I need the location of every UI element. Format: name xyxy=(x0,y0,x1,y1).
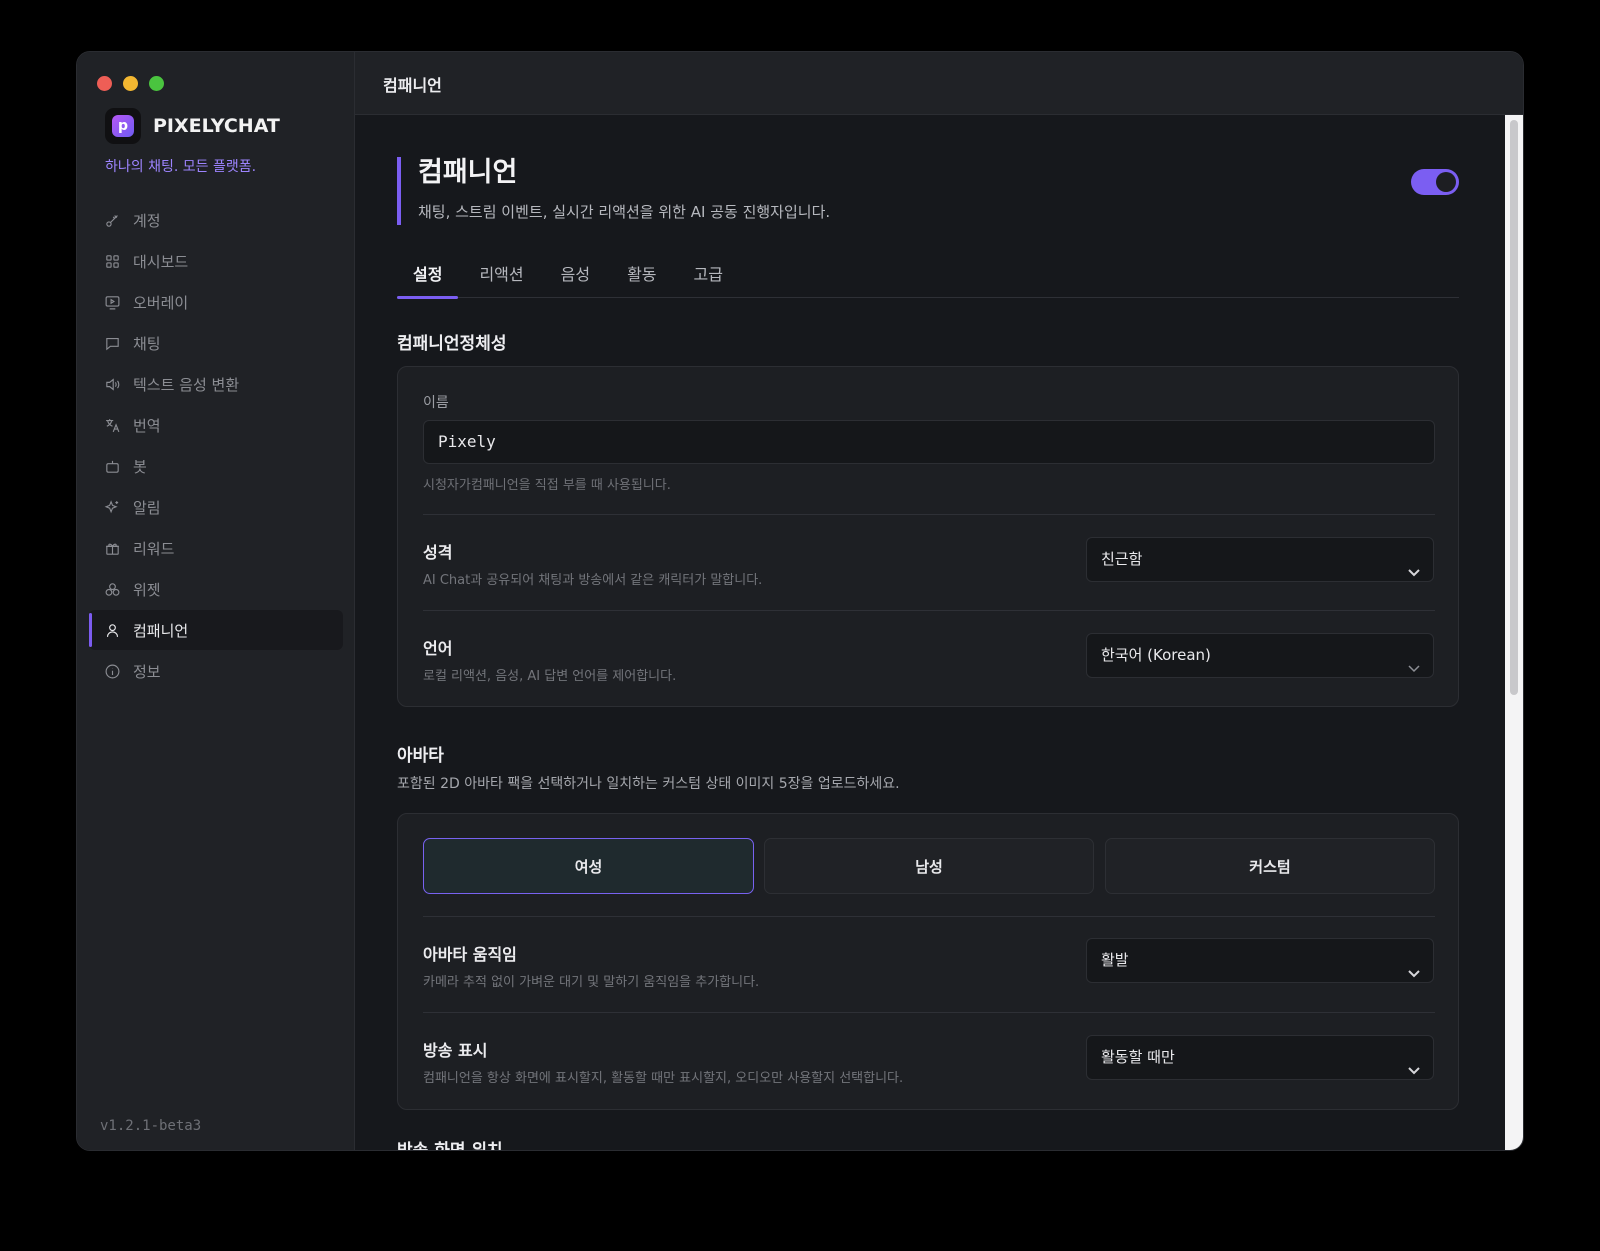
app-version: v1.2.1-beta3 xyxy=(100,1118,202,1134)
tab-voice[interactable]: 음성 xyxy=(545,261,606,298)
avatar-card: 여성 남성 커스텀 아바타 움직임 카메라 추적 없이 가벼운 대기 및 말하기… xyxy=(397,813,1459,1110)
minimize-window-button[interactable] xyxy=(123,76,138,91)
sidebar-item-label: 리워드 xyxy=(133,539,175,558)
avatar-option-custom[interactable]: 커스텀 xyxy=(1105,838,1435,894)
sidebar-item-overlay[interactable]: 오버레이 xyxy=(89,282,343,322)
brand: p PIXELYCHAT xyxy=(105,108,280,144)
name-label: 이름 xyxy=(423,395,449,411)
sidebar-item-label: 대시보드 xyxy=(133,252,189,271)
widgets-icon xyxy=(103,580,121,598)
app-window: p PIXELYCHAT 하나의 채팅. 모든 플랫폼. 계정 대시보드 오버레… xyxy=(76,51,1524,1151)
topbar: 컴패니언 xyxy=(355,52,1523,115)
sidebar-item-translation[interactable]: 번역 xyxy=(89,405,343,445)
divider xyxy=(423,1012,1435,1013)
sidebar-item-alerts[interactable]: 알림 xyxy=(89,487,343,527)
tab-reactions[interactable]: 리액션 xyxy=(463,261,539,298)
personality-title: 성격 xyxy=(423,543,453,562)
personality-select[interactable]: 친근함 xyxy=(1086,537,1434,582)
personality-desc: AI Chat과 공유되어 채팅과 방송에서 같은 캐릭터가 말합니다. xyxy=(423,573,763,588)
sidebar-item-info[interactable]: 정보 xyxy=(89,651,343,691)
info-icon xyxy=(103,662,121,680)
sidebar-item-bot[interactable]: 봇 xyxy=(89,446,343,486)
user-icon xyxy=(103,621,121,639)
divider xyxy=(423,916,1435,917)
sidebar-item-dashboard[interactable]: 대시보드 xyxy=(89,241,343,281)
sidebar: p PIXELYCHAT 하나의 채팅. 모든 플랫폼. 계정 대시보드 오버레… xyxy=(77,52,355,1150)
sidebar-item-label: 텍스트 음성 변환 xyxy=(133,375,240,394)
sidebar-item-companion[interactable]: 컴패니언 xyxy=(89,610,343,650)
position-section-title: 방송 화면 위치 xyxy=(397,1136,503,1150)
sidebar-item-chat[interactable]: 채팅 xyxy=(89,323,343,363)
language-title: 언어 xyxy=(423,639,453,658)
sidebar-item-label: 정보 xyxy=(133,662,161,681)
sidebar-item-label: 위젯 xyxy=(133,580,161,599)
sidebar-item-label: 채팅 xyxy=(133,334,161,353)
broadcast-display-value: 활동할 때만 xyxy=(1101,1048,1175,1066)
identity-section-title: 컴패니언정체성 xyxy=(397,334,507,354)
companion-enabled-toggle[interactable] xyxy=(1411,169,1459,195)
monitor-play-icon xyxy=(103,293,121,311)
maximize-window-button[interactable] xyxy=(149,76,164,91)
chevron-down-icon xyxy=(1407,1051,1421,1075)
personality-value: 친근함 xyxy=(1101,550,1143,568)
bot-icon xyxy=(103,457,121,475)
sidebar-item-rewards[interactable]: 리워드 xyxy=(89,528,343,568)
key-icon xyxy=(103,211,121,229)
page-subtitle: 채팅, 스트림 이벤트, 실시간 리액션을 위한 AI 공동 진행자입니다. xyxy=(418,203,831,221)
window-controls xyxy=(97,76,164,91)
divider xyxy=(423,514,1435,515)
sparkles-icon xyxy=(103,498,121,516)
avatar-option-female[interactable]: 여성 xyxy=(423,838,754,894)
speaker-icon xyxy=(103,375,121,393)
sidebar-item-label: 알림 xyxy=(133,498,161,517)
language-desc: 로컬 리액션, 음성, AI 답변 언어를 제어합니다. xyxy=(423,669,677,684)
sidebar-item-label: 계정 xyxy=(133,211,161,230)
scrollbar[interactable] xyxy=(1505,115,1523,1150)
sidebar-item-tts[interactable]: 텍스트 음성 변환 xyxy=(89,364,343,404)
grid-icon xyxy=(103,252,121,270)
name-hint: 시청자가컴패니언을 직접 부를 때 사용됩니다. xyxy=(423,478,671,493)
scrollbar-thumb[interactable] xyxy=(1510,120,1518,695)
sidebar-nav: 계정 대시보드 오버레이 채팅 텍스트 음성 변환 번역 봇 알림 리워드 위젯… xyxy=(89,200,343,692)
topbar-title: 컴패니언 xyxy=(383,76,442,95)
main-content: 컴패니언 채팅, 스트림 이벤트, 실시간 리액션을 위한 AI 공동 진행자입… xyxy=(355,115,1523,1150)
sidebar-item-label: 오버레이 xyxy=(133,293,189,312)
sidebar-item-label: 컴패니언 xyxy=(133,621,189,640)
broadcast-display-title: 방송 표시 xyxy=(423,1041,488,1060)
avatar-motion-title: 아바타 움직임 xyxy=(423,945,517,964)
chevron-down-icon xyxy=(1407,649,1421,673)
gift-icon xyxy=(103,539,121,557)
identity-card: 이름 Pixely 시청자가컴패니언을 직접 부를 때 사용됩니다. 성격 AI… xyxy=(397,366,1459,707)
tab-bar: 설정 리액션 음성 활동 고급 xyxy=(397,261,1459,299)
broadcast-display-select[interactable]: 활동할 때만 xyxy=(1086,1035,1434,1080)
sidebar-item-widgets[interactable]: 위젯 xyxy=(89,569,343,609)
chat-icon xyxy=(103,334,121,352)
page-header: 컴패니언 채팅, 스트림 이벤트, 실시간 리액션을 위한 AI 공동 진행자입… xyxy=(397,157,1459,225)
tab-advanced[interactable]: 고급 xyxy=(678,261,739,298)
divider xyxy=(423,610,1435,611)
chevron-down-icon xyxy=(1407,553,1421,577)
sidebar-item-label: 번역 xyxy=(133,416,161,435)
page-title: 컴패니언 xyxy=(418,157,518,188)
avatar-section-title: 아바타 xyxy=(397,746,444,766)
tab-activity[interactable]: 활동 xyxy=(611,261,672,298)
app-name: PIXELYCHAT xyxy=(153,115,280,137)
app-tagline: 하나의 채팅. 모든 플랫폼. xyxy=(105,159,257,175)
avatar-motion-select[interactable]: 활발 xyxy=(1086,938,1434,983)
name-input[interactable]: Pixely xyxy=(423,420,1435,464)
avatar-motion-value: 활발 xyxy=(1101,951,1129,969)
sidebar-item-label: 봇 xyxy=(133,457,147,476)
avatar-section-desc: 포함된 2D 아바타 팩을 선택하거나 일치하는 커스텀 상태 이미지 5장을 … xyxy=(397,776,900,792)
close-window-button[interactable] xyxy=(97,76,112,91)
avatar-option-male[interactable]: 남성 xyxy=(764,838,1094,894)
tab-settings[interactable]: 설정 xyxy=(397,261,459,299)
language-value: 한국어 (Korean) xyxy=(1101,646,1211,664)
app-logo: p xyxy=(105,108,141,144)
sidebar-item-account[interactable]: 계정 xyxy=(89,200,343,240)
chevron-down-icon xyxy=(1407,954,1421,978)
language-select[interactable]: 한국어 (Korean) xyxy=(1086,633,1434,678)
broadcast-display-desc: 컴패니언을 항상 화면에 표시할지, 활동할 때만 표시할지, 오디오만 사용할… xyxy=(423,1071,904,1086)
translate-icon xyxy=(103,416,121,434)
avatar-motion-desc: 카메라 추적 없이 가벼운 대기 및 말하기 움직임을 추가합니다. xyxy=(423,975,760,990)
